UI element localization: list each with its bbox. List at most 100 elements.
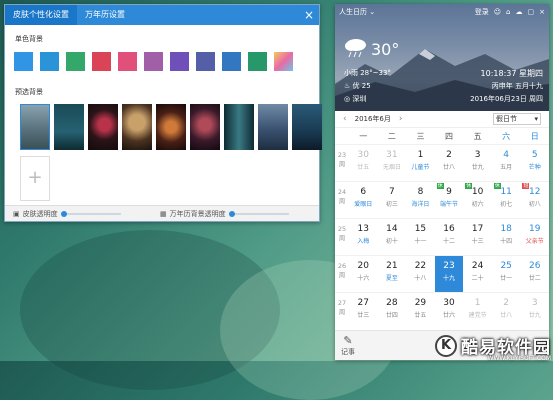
swatch-sky[interactable] [40, 52, 59, 71]
location[interactable]: ◎ 深圳 [344, 94, 366, 104]
add-background-button[interactable]: + [20, 156, 50, 201]
day-cell[interactable]: 22 十八 [406, 256, 435, 292]
day-cell[interactable]: 28 廿四 [378, 293, 407, 329]
day-cell[interactable]: 1 儿童节 [406, 145, 435, 181]
bg-thumb-fire[interactable] [156, 104, 186, 150]
day-cell[interactable]: 15 十一 [406, 219, 435, 255]
login-link[interactable]: 登录 [475, 7, 489, 17]
day-cell[interactable]: 29 廿五 [406, 293, 435, 329]
day-cell[interactable]: 休 9 端午节 [435, 182, 464, 218]
bg-thumb-forest[interactable] [54, 104, 84, 150]
day-cell[interactable]: 3 廿九 [520, 293, 549, 329]
close-icon[interactable]: × [539, 8, 545, 16]
day-cell[interactable]: 21 夏至 [378, 256, 407, 292]
day-cell[interactable]: 休 11 初七 [492, 182, 521, 218]
swatch-gradient[interactable] [274, 52, 293, 71]
lunar-label: 海洋日 [411, 201, 430, 208]
dropdown-icon[interactable]: ⌄ [367, 8, 375, 16]
swatch-violet[interactable] [170, 52, 189, 71]
day-number: 16 [443, 224, 455, 234]
day-cell[interactable]: 2 廿八 [492, 293, 521, 329]
swatch-indigo[interactable] [196, 52, 215, 71]
day-cell[interactable]: 25 廿一 [492, 256, 521, 292]
home-icon[interactable]: ⌂ [506, 8, 510, 16]
bg-thumb-hero[interactable] [88, 104, 118, 150]
day-cell[interactable]: 16 十二 [435, 219, 464, 255]
swatch-purple[interactable] [144, 52, 163, 71]
day-cell[interactable]: 7 初三 [378, 182, 407, 218]
tab-bar: 皮肤个性化设置 万年历设置 × [5, 5, 319, 25]
day-cell[interactable]: 26 廿二 [520, 256, 549, 292]
bg-thumb-mountain[interactable] [20, 104, 50, 150]
day-cell[interactable]: 3 廿九 [463, 145, 492, 181]
day-cell[interactable]: 31 无烟日 [378, 145, 407, 181]
app-title[interactable]: 人生日历 [339, 7, 367, 17]
day-cell[interactable]: 19 父亲节 [520, 219, 549, 255]
cloud-icon[interactable]: ☁ [516, 8, 523, 16]
day-cell[interactable]: 班 12 初八 [520, 182, 549, 218]
day-cell[interactable]: 1 建党节 [463, 293, 492, 329]
day-cell[interactable]: 20 十六 [349, 256, 378, 292]
day-cell[interactable]: 24 二十 [463, 256, 492, 292]
skin-opacity-slider[interactable] [60, 210, 121, 217]
bg-thumb-waterfall[interactable] [224, 104, 254, 150]
swatch-blue[interactable] [14, 52, 33, 71]
solid-color-title: 单色背景 [15, 35, 43, 43]
lunar-label: 廿三 [357, 312, 370, 319]
bg-thumb-lake[interactable] [258, 104, 288, 150]
day-badge: 休 [493, 183, 501, 189]
swatch-teal[interactable] [248, 52, 267, 71]
day-number: 7 [388, 187, 395, 197]
day-cell[interactable]: 30 廿六 [435, 293, 464, 329]
day-cell[interactable]: 14 初十 [378, 219, 407, 255]
day-cell[interactable]: 休 10 初六 [463, 182, 492, 218]
lunar-label: 廿六 [443, 312, 456, 319]
swatch-navy[interactable] [222, 52, 241, 71]
lunar-label: 初三 [385, 201, 398, 208]
swatch-red[interactable] [92, 52, 111, 71]
prev-month-button[interactable]: ‹ [343, 114, 347, 124]
day-cell[interactable]: 27 廿三 [349, 293, 378, 329]
day-cell[interactable]: 2 廿八 [435, 145, 464, 181]
swatch-green[interactable] [66, 52, 85, 71]
bg-thumb-warrior[interactable] [122, 104, 152, 150]
notes-button[interactable]: ✎ 记事 [341, 334, 355, 357]
week-number: 25 周 [337, 225, 347, 242]
solar-date: 2016年06月23日 周四 [470, 95, 543, 103]
day-cell[interactable]: 18 十四 [492, 219, 521, 255]
window-icon[interactable]: ▢ [528, 8, 535, 16]
day-cell[interactable]: 23 十九 [434, 256, 464, 292]
day-cell[interactable]: 13 入梅 [349, 219, 378, 255]
week-number: 23 周 [337, 151, 347, 168]
day-cell[interactable]: 8 海洋日 [406, 182, 435, 218]
day-cell[interactable]: 4 五月 [492, 145, 521, 181]
day-cell[interactable]: 5 芒种 [520, 145, 549, 181]
lunar-label: 无烟日 [382, 164, 401, 171]
lunar-label: 初八 [528, 201, 541, 208]
day-number: 26 [529, 261, 541, 271]
day-cell[interactable]: 30 廿五 [349, 145, 378, 181]
close-button[interactable]: × [299, 5, 319, 25]
day-badge: 休 [436, 183, 444, 189]
day-cell[interactable]: 17 十三 [463, 219, 492, 255]
bg-thumb-dancer[interactable] [190, 104, 220, 150]
temperature: 30° [371, 40, 400, 59]
day-number: 14 [386, 224, 398, 234]
next-month-button[interactable]: › [399, 114, 403, 124]
slider-knob[interactable] [60, 210, 67, 217]
bg-thumb-night[interactable] [292, 104, 322, 150]
weekday-label: 四 [445, 131, 454, 141]
swatch-pink[interactable] [118, 52, 137, 71]
day-number: 21 [386, 261, 398, 271]
lunar-label: 入梅 [357, 238, 370, 245]
tab-skin[interactable]: 皮肤个性化设置 [5, 5, 77, 25]
holiday-select[interactable]: 假日节 ▾ [493, 113, 541, 125]
day-number: 27 [357, 298, 369, 308]
day-cell[interactable]: 6 爱眼日 [349, 182, 378, 218]
slider-knob[interactable] [228, 210, 235, 217]
lunar-label: 端午节 [440, 201, 459, 208]
user-icon[interactable]: ☺ [494, 8, 501, 16]
tab-calendar-settings[interactable]: 万年历设置 [77, 5, 133, 25]
cal-opacity-slider[interactable] [228, 210, 289, 217]
lunar-label: 十八 [414, 275, 427, 282]
